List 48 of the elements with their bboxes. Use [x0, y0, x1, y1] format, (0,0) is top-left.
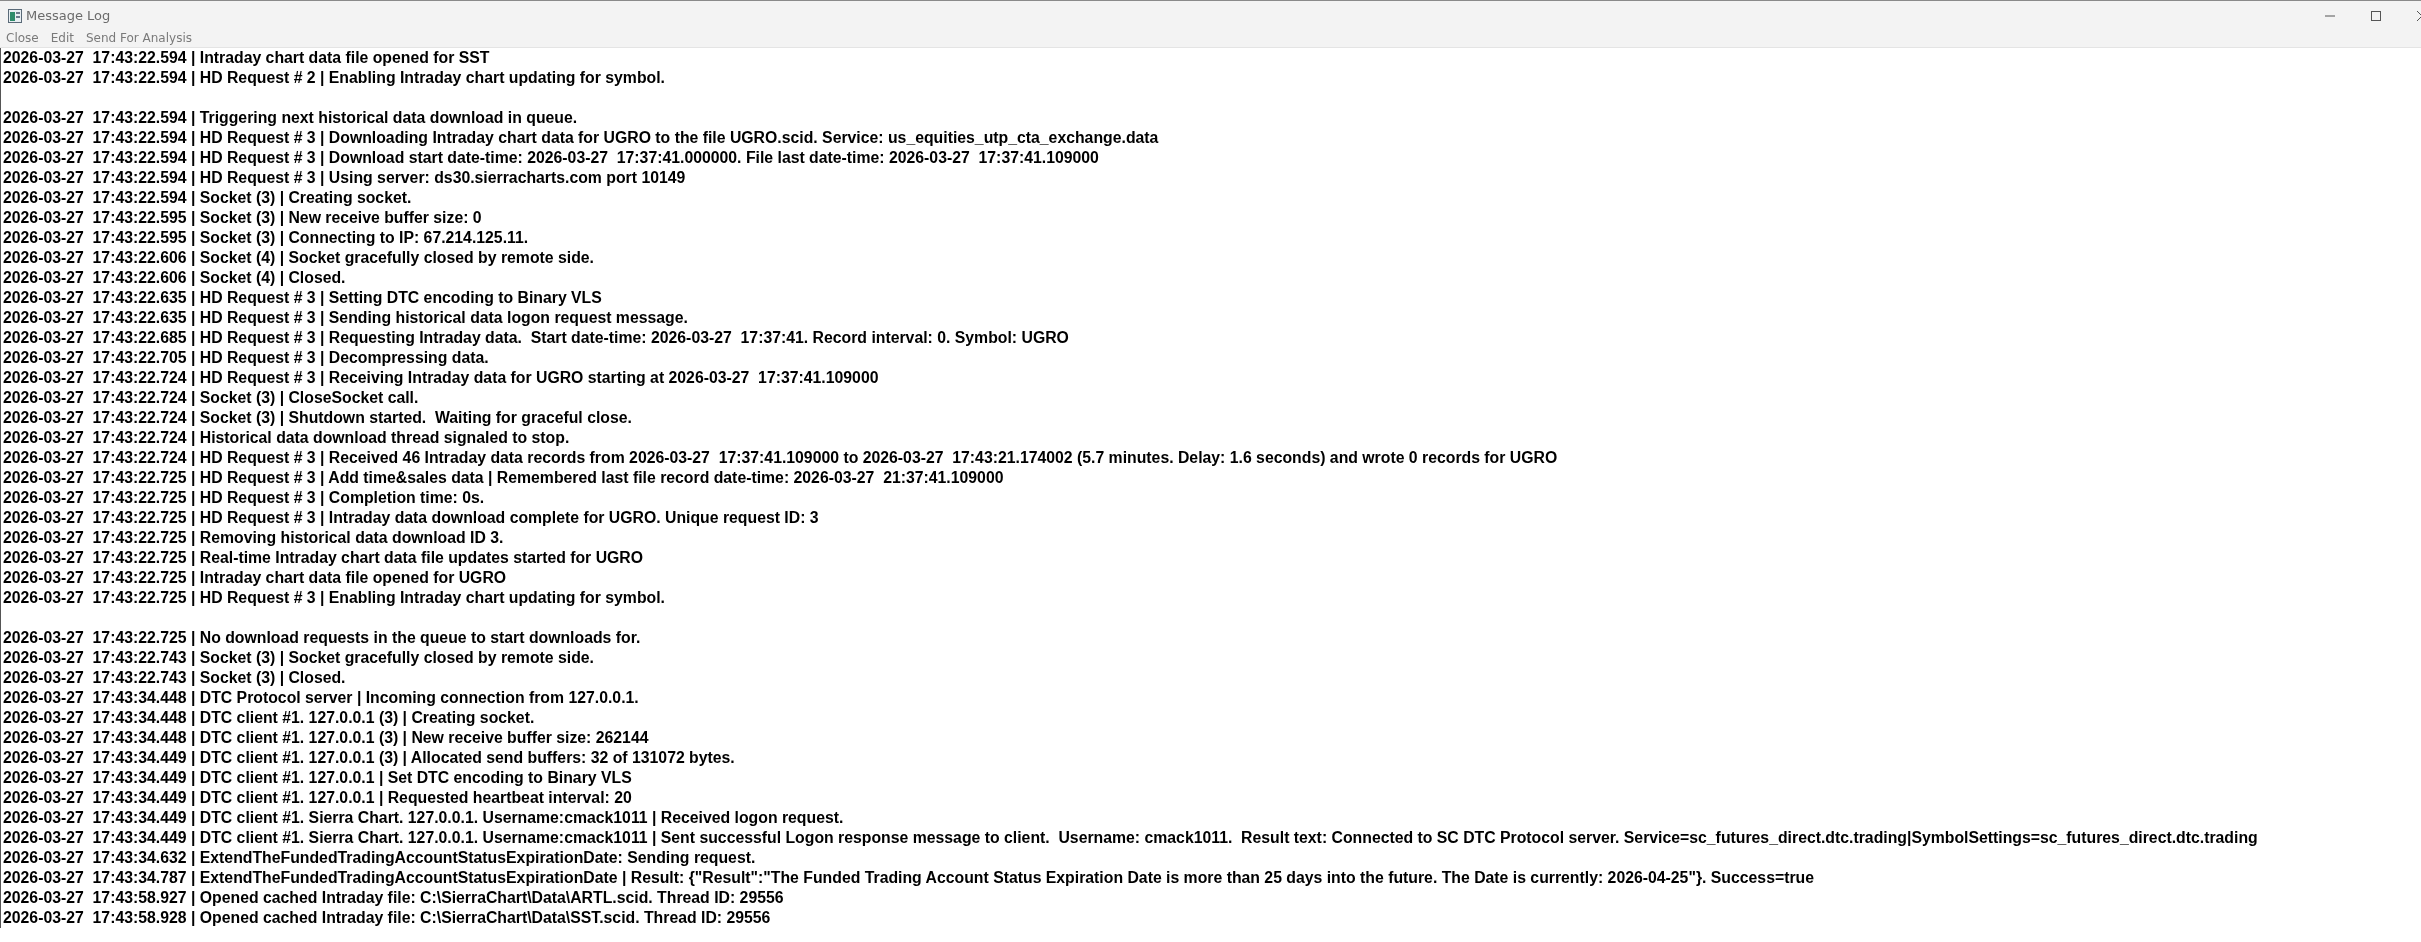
- log-line: 2026-03-27 17:43:22.725 | HD Request # 3 | Enabling Intraday chart updating for symbol.: [3, 588, 666, 608]
- log-line: 2026-03-27 17:43:22.594 | Socket (3) | Creating socket.: [3, 188, 413, 208]
- log-line: 2026-03-27 17:43:22.724 | Socket (3) | Shutdown started. Waiting for graceful close.: [3, 408, 633, 428]
- log-line: 2026-03-27 17:43:22.594 | HD Request # 3 | Download start date-time: 2026-03-27 17:37:41.000000. File last date-time: 2026-03-27 17:37:41.109000: [3, 148, 1100, 168]
- log-line: 2026-03-27 17:43:22.724 | HD Request # 3 | Received 46 Intraday data records from 2026-03-27 17:37:41.109000 to 2026-03-27 17:43:21.174002 (5.7 minutes. Delay: 1.6 seconds) and wrote 0 records for UGRO: [3, 448, 1559, 468]
- log-line: 2026-03-27 17:43:58.928 | Opened cached Intraday file: C:\SierraChart\Data\SST.scid. Thread ID: 29556: [3, 908, 772, 928]
- log-line: 2026-03-27 17:43:22.635 | HD Request # 3 | Setting DTC encoding to Binary VLS: [3, 288, 603, 308]
- log-line: 2026-03-27 17:43:22.725 | HD Request # 3 | Add time&sales data | Remembered last file record date-time: 2026-03-27 21:37:41.109000: [3, 468, 1005, 488]
- log-line: 2026-03-27 17:43:34.787 | ExtendTheFundedTradingAccountStatusExpirationDate | Result: {"Result":"The Funded Trading Account Status Expiration Date is more than 25 days into the future. The Date is currently: 2026-04-25"}. Success=true: [3, 868, 1815, 888]
- menu-item[interactable]: Send For Analysis: [79, 30, 198, 47]
- log-line: 2026-03-27 17:43:22.725 | HD Request # 3 | Intraday data download complete for UGRO. Unique request ID: 3: [3, 508, 820, 528]
- log-line: 2026-03-27 17:43:22.705 | HD Request # 3 | Decompressing data.: [3, 348, 490, 368]
- log-line: 2026-03-27 17:43:34.449 | DTC client #1. Sierra Chart. 127.0.0.1. Username:cmack1011 | Sent successful Logon response message to client. Username: cmack1011. Result text: Connected to SC DTC Protocol server. Service=sc_futures_direct.dtc.trading|SymbolSettings=sc_futures_direct.dtc.trading: [3, 828, 2259, 848]
- log-line: 2026-03-27 17:43:34.632 | ExtendTheFundedTradingAccountStatusExpirationDate: Sending request.: [3, 848, 757, 868]
- log-line: 2026-03-27 17:43:22.595 | Socket (3) | Connecting to IP: 67.214.125.11.: [3, 228, 530, 248]
- log-line: 2026-03-27 17:43:22.724 | Historical data download thread signaled to stop.: [3, 428, 571, 448]
- window-title: Message Log: [26, 6, 111, 25]
- menu-item[interactable]: Close: [0, 30, 45, 47]
- log-line: 2026-03-27 17:43:34.448 | DTC client #1. 127.0.0.1 (3) | New receive buffer size: 262144: [3, 728, 650, 748]
- log-line: 2026-03-27 17:43:22.724 | Socket (3) | CloseSocket call.: [3, 388, 420, 408]
- log-line: 2026-03-27 17:43:22.606 | Socket (4) | Socket gracefully closed by remote side.: [3, 248, 595, 268]
- log-line: 2026-03-27 17:43:22.594 | Intraday chart data file opened for SST: [3, 48, 491, 68]
- log-line: 2026-03-27 17:43:22.594 | HD Request # 3 | Downloading Intraday chart data for UGRO to the file UGRO.scid. Service: us_equities_utp_cta_exchange.data: [3, 128, 1160, 148]
- log-line: 2026-03-27 17:43:58.927 | Opened cached Intraday file: C:\SierraChart\Data\ARTL.scid. Thread ID: 29556: [3, 888, 785, 908]
- log-line: 2026-03-27 17:43:22.594 | HD Request # 3 | Using server: ds30.sierracharts.com port 10149: [3, 168, 687, 188]
- log-line: 2026-03-27 17:43:34.449 | DTC client #1. Sierra Chart. 127.0.0.1. Username:cmack1011 | Received logon request.: [3, 808, 845, 828]
- log-line: 2026-03-27 17:43:22.606 | Socket (4) | Closed.: [3, 268, 347, 288]
- log-line: 2026-03-27 17:43:22.635 | HD Request # 3 | Sending historical data logon request message.: [3, 308, 689, 328]
- log-line: 2026-03-27 17:43:22.725 | Removing historical data download ID 3.: [3, 528, 505, 548]
- log-line: 2026-03-27 17:43:22.725 | Intraday chart data file opened for UGRO: [3, 568, 508, 588]
- log-line: 2026-03-27 17:43:22.725 | HD Request # 3 | Completion time: 0s.: [3, 488, 486, 508]
- log-line: 2026-03-27 17:43:34.449 | DTC client #1. 127.0.0.1 (3) | Allocated send buffers: 32 of 131072 bytes.: [3, 748, 736, 768]
- log-line: 2026-03-27 17:43:22.725 | No download requests in the queue to start downloads for.: [3, 628, 642, 648]
- log-line: 2026-03-27 17:43:22.685 | HD Request # 3 | Requesting Intraday data. Start date-time: 2026-03-27 17:37:41. Record interval: 0. Symbol: UGRO: [3, 328, 1070, 348]
- maximize-icon: [2370, 9, 2382, 22]
- log-line: 2026-03-27 17:43:22.743 | Socket (3) | Closed.: [3, 668, 347, 688]
- menu-item[interactable]: Edit: [44, 30, 80, 47]
- log-line: 2026-03-27 17:43:34.448 | DTC client #1. 127.0.0.1 (3) | Creating socket.: [3, 708, 536, 728]
- log-line: 2026-03-27 17:43:34.449 | DTC client #1. 127.0.0.1 | Requested heartbeat interval: 20: [3, 788, 633, 808]
- app-icon: [8, 8, 22, 23]
- log-line: 2026-03-27 17:43:34.448 | DTC Protocol server | Incoming connection from 127.0.0.1.: [3, 688, 640, 708]
- log-line: 2026-03-27 17:43:22.595 | Socket (3) | New receive buffer size: 0: [3, 208, 483, 228]
- log-line: 2026-03-27 17:43:22.594 | HD Request # 2 | Enabling Intraday chart updating for symbol.: [3, 68, 666, 88]
- log-line: 2026-03-27 17:43:22.743 | Socket (3) | Socket gracefully closed by remote side.: [3, 648, 595, 668]
- log-line: 2026-03-27 17:43:34.449 | DTC client #1. 127.0.0.1 | Set DTC encoding to Binary VLS: [3, 768, 633, 788]
- log-line: 2026-03-27 17:43:22.594 | Triggering next historical data download in queue.: [3, 108, 579, 128]
- log-line: 2026-03-27 17:43:22.725 | Real-time Intraday chart data file updates started for UGRO: [3, 548, 645, 568]
- log-line: 2026-03-27 17:43:22.724 | HD Request # 3 | Receiving Intraday data for UGRO starting at 2026-03-27 17:37:41.109000: [3, 368, 880, 388]
